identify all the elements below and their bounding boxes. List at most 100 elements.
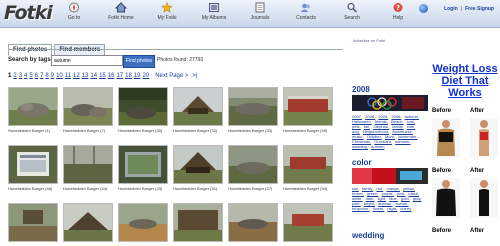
photo-thumbnail-item[interactable]: Hunebedden Borger (37) bbox=[228, 145, 280, 191]
nav-my-fotki[interactable]: My Fotki bbox=[143, 2, 191, 21]
page-link[interactable]: 13 bbox=[82, 73, 89, 79]
nav-help[interactable]: ? Help bbox=[374, 2, 422, 21]
tag-heading-wedding[interactable]: wedding bbox=[352, 231, 384, 240]
page-link[interactable]: 15 bbox=[99, 73, 106, 79]
tag-link[interactable]: wedding, bbox=[352, 144, 368, 149]
last-page-link[interactable]: >| bbox=[192, 73, 197, 79]
page-link[interactable]: 2 bbox=[13, 73, 16, 79]
photo-caption[interactable]: Hunebedden Borger (51) bbox=[173, 186, 225, 191]
nav-fotki-home[interactable]: Fotki Home bbox=[97, 2, 145, 21]
page-link[interactable]: 10 bbox=[56, 73, 63, 79]
photo-thumbnail[interactable] bbox=[283, 145, 333, 184]
photo-thumbnail-item[interactable]: Hunebedden Borger (1) bbox=[8, 87, 60, 133]
photo-thumbnail[interactable] bbox=[8, 203, 58, 242]
photo-thumbnail-item[interactable]: Hunebedden Borger (33) bbox=[228, 87, 280, 133]
page-link[interactable]: 8 bbox=[45, 73, 48, 79]
page-link[interactable]: 19 bbox=[134, 73, 141, 79]
photo-thumbnail[interactable] bbox=[173, 87, 223, 126]
nav-contacts[interactable]: Contacts bbox=[282, 2, 330, 21]
login-link[interactable]: Login bbox=[444, 6, 458, 12]
page-link[interactable]: 3 bbox=[19, 73, 22, 79]
tag-link[interactable]: night, bbox=[387, 206, 397, 211]
photo-thumbnail[interactable] bbox=[228, 145, 278, 184]
photo-thumbnail-item[interactable] bbox=[118, 203, 170, 244]
tag-link[interactable]: turquoise, bbox=[352, 206, 370, 211]
tag-heading-2008[interactable]: 2008 bbox=[352, 85, 370, 94]
photo-thumbnail[interactable] bbox=[228, 87, 278, 126]
photo-thumbnail-item[interactable]: Hunebedden Borger (51) bbox=[173, 145, 225, 191]
tag-heading-color[interactable]: color bbox=[352, 158, 372, 167]
advertise-link[interactable]: Advertise on Fotki bbox=[353, 38, 385, 43]
tag-link[interactable]: autumn bbox=[371, 144, 384, 149]
page-link[interactable]: 12 bbox=[73, 73, 80, 79]
page-link[interactable]: 16 bbox=[108, 73, 115, 79]
photo-thumbnail[interactable] bbox=[118, 203, 168, 242]
find-photos-button[interactable]: Find photos bbox=[123, 55, 155, 68]
photo-thumbnail[interactable] bbox=[283, 203, 333, 242]
photo-thumbnail-item[interactable]: Hunebedden Borger (43) bbox=[118, 145, 170, 191]
fotki-logo[interactable]: Fotki bbox=[4, 2, 53, 24]
tab-find-photos[interactable]: Find photos bbox=[8, 44, 53, 56]
photo-caption[interactable]: Hunebedden Borger (30) bbox=[118, 128, 170, 133]
page-link[interactable]: 14 bbox=[90, 73, 97, 79]
next-page-link[interactable]: Next Page > bbox=[155, 73, 188, 79]
nav-journals[interactable]: Journals bbox=[236, 2, 284, 21]
photo-thumbnail[interactable] bbox=[63, 145, 113, 184]
ad-headline[interactable]: Weight Loss Diet That Works bbox=[430, 45, 500, 99]
photo-thumbnail-item[interactable]: Hunebedden Borger (7) bbox=[63, 87, 115, 133]
photo-thumbnail-item[interactable] bbox=[8, 203, 60, 244]
photo-thumbnail-item[interactable] bbox=[228, 203, 280, 244]
tag-link[interactable]: flower, bbox=[373, 206, 385, 211]
tag-link[interactable]: cherry bbox=[400, 206, 411, 211]
page-link[interactable]: 4 bbox=[24, 73, 27, 79]
page-link[interactable]: 7 bbox=[40, 73, 43, 79]
photo-caption[interactable]: Hunebedden Borger (32) bbox=[173, 128, 225, 133]
weight-loss-ad[interactable]: Weight Loss Diet That Works Before After… bbox=[430, 45, 500, 246]
page-link[interactable]: 6 bbox=[35, 73, 38, 79]
page-link[interactable]: 5 bbox=[29, 73, 32, 79]
photo-caption[interactable]: Hunebedden Borger (49) bbox=[283, 128, 335, 133]
photo-caption[interactable]: Hunebedden Borger (33) bbox=[228, 128, 280, 133]
photo-thumbnail-item[interactable]: Hunebedden Borger (46) bbox=[8, 145, 60, 191]
photo-thumbnail-item[interactable]: Hunebedden Borger (34) bbox=[283, 145, 335, 191]
photo-thumbnail[interactable] bbox=[63, 203, 113, 242]
photo-thumbnail-item[interactable]: Hunebedden Borger (30) bbox=[118, 87, 170, 133]
tag-preview-color[interactable] bbox=[352, 168, 428, 184]
photo-caption[interactable]: Hunebedden Borger (34) bbox=[283, 186, 335, 191]
photo-thumbnail[interactable] bbox=[8, 145, 58, 184]
page-link[interactable]: 17 bbox=[116, 73, 123, 79]
photo-thumbnail[interactable] bbox=[63, 87, 113, 126]
page-link[interactable]: 1 bbox=[8, 73, 11, 79]
photo-thumbnail[interactable] bbox=[173, 203, 223, 242]
photo-thumbnail[interactable] bbox=[173, 145, 223, 184]
page-link[interactable]: 20 bbox=[143, 73, 150, 79]
tag-preview-2008[interactable] bbox=[352, 95, 428, 111]
photo-caption[interactable]: Hunebedden Borger (1) bbox=[8, 128, 60, 133]
signup-link[interactable]: Free Signup bbox=[465, 6, 494, 12]
page-link[interactable]: 18 bbox=[125, 73, 132, 79]
photo-thumbnail[interactable] bbox=[118, 145, 168, 184]
photo-thumbnail-item[interactable]: Hunebedden Borger (32) bbox=[173, 87, 225, 133]
nav-my-albums[interactable]: My Albums bbox=[190, 2, 238, 21]
page-link[interactable]: 11 bbox=[65, 73, 71, 79]
photo-thumbnail[interactable] bbox=[283, 87, 333, 126]
photo-caption[interactable]: Hunebedden Borger (7) bbox=[63, 128, 115, 133]
photo-thumbnail-item[interactable]: Hunebedden Borger (49) bbox=[283, 87, 335, 133]
photo-caption[interactable]: Hunebedden Borger (44) bbox=[63, 186, 115, 191]
photo-thumbnail-item[interactable] bbox=[173, 203, 225, 244]
photo-thumbnail[interactable] bbox=[228, 203, 278, 242]
tag-link[interactable]: gray, bbox=[413, 196, 422, 201]
photo-caption[interactable]: Hunebedden Borger (46) bbox=[8, 186, 60, 191]
photo-caption[interactable]: Hunebedden Borger (37) bbox=[228, 186, 280, 191]
photo-thumbnail[interactable] bbox=[8, 87, 58, 126]
nav-search[interactable]: Search bbox=[328, 2, 376, 21]
photo-thumbnail-item[interactable] bbox=[63, 203, 115, 244]
photo-thumbnail-item[interactable] bbox=[283, 203, 335, 244]
photo-thumbnail-item[interactable]: Hunebedden Borger (44) bbox=[63, 145, 115, 191]
photo-thumbnail[interactable] bbox=[118, 87, 168, 126]
nav-goto[interactable]: Go to bbox=[50, 2, 98, 21]
search-input[interactable] bbox=[51, 55, 123, 66]
photo-caption[interactable]: Hunebedden Borger (43) bbox=[118, 186, 170, 191]
tag-link[interactable]: summer, bbox=[395, 139, 410, 144]
page-link[interactable]: 9 bbox=[51, 73, 54, 79]
